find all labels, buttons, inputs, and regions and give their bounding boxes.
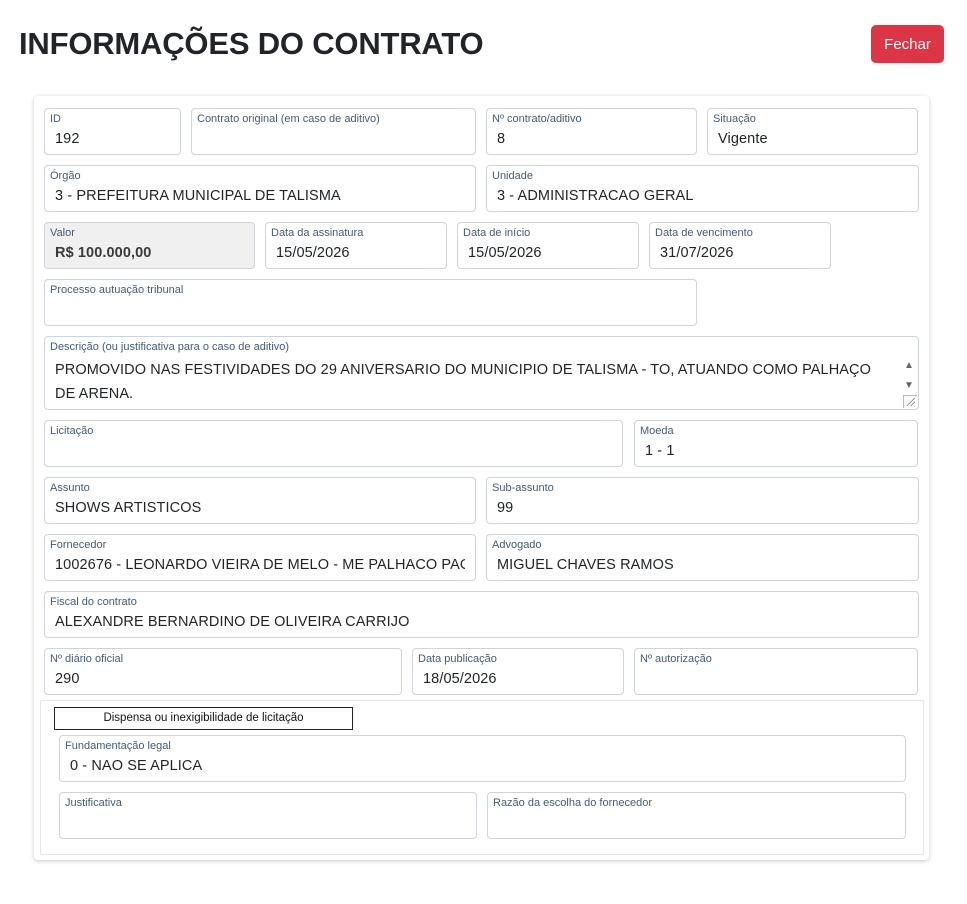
data-inicio-value: 15/05/2026 <box>468 245 542 261</box>
fiscal-label: Fiscal do contrato <box>50 596 137 608</box>
close-button[interactable]: Fechar <box>871 25 944 63</box>
data-vencimento-value: 31/07/2026 <box>660 245 734 261</box>
justificativa-label: Justificativa <box>65 797 122 809</box>
orgao-label: Órgão <box>50 170 81 182</box>
valor-field: Valor R$ 100.000,00 <box>44 222 255 269</box>
fiscal-value: ALEXANDRE BERNARDINO DE OLIVEIRA CARRIJO <box>55 614 410 630</box>
autorizacao-field[interactable]: Nº autorização <box>634 648 918 695</box>
data-publicacao-value: 18/05/2026 <box>423 671 497 687</box>
id-label: ID <box>50 113 61 125</box>
fundamentacao-label: Fundamentação legal <box>65 740 171 752</box>
processo-field[interactable]: Processo autuação tribunal <box>44 279 697 326</box>
sub-assunto-label: Sub-assunto <box>492 482 554 494</box>
diario-oficial-field[interactable]: Nº diário oficial 290 <box>44 648 402 695</box>
fornecedor-field[interactable]: Fornecedor 1002676 - LEONARDO VIEIRA DE … <box>44 534 476 581</box>
valor-value: R$ 100.000,00 <box>55 245 152 261</box>
scroll-down-icon[interactable]: ▼ <box>903 381 915 391</box>
fornecedor-value: 1002676 - LEONARDO VIEIRA DE MELO - ME P… <box>55 557 465 573</box>
diario-oficial-label: Nº diário oficial <box>50 653 124 665</box>
moeda-value: 1 - 1 <box>645 443 675 459</box>
numero-contrato-value: 8 <box>497 131 506 147</box>
fiscal-field[interactable]: Fiscal do contrato ALEXANDRE BERNARDINO … <box>44 591 919 638</box>
razao-escolha-label: Razão da escolha do fornecedor <box>493 797 652 809</box>
moeda-label: Moeda <box>640 425 674 437</box>
unidade-field[interactable]: Unidade 3 - ADMINISTRACAO GERAL <box>486 165 919 212</box>
dispensa-legend: Dispensa ou inexigibilidade de licitação <box>54 707 353 730</box>
resize-handle-icon[interactable] <box>903 395 917 408</box>
assunto-label: Assunto <box>50 482 90 494</box>
data-vencimento-field[interactable]: Data de vencimento 31/07/2026 <box>649 222 831 269</box>
unidade-value: 3 - ADMINISTRACAO GERAL <box>497 188 694 204</box>
data-publicacao-field[interactable]: Data publicação 18/05/2026 <box>412 648 624 695</box>
data-inicio-field[interactable]: Data de início 15/05/2026 <box>457 222 639 269</box>
licitacao-label: Licitação <box>50 425 94 437</box>
advogado-field[interactable]: Advogado MIGUEL CHAVES RAMOS <box>486 534 919 581</box>
fundamentacao-field[interactable]: Fundamentação legal 0 - NAO SE APLICA <box>59 735 906 782</box>
contract-card: ID 192 Contrato original (em caso de adi… <box>34 96 929 860</box>
unidade-label: Unidade <box>492 170 533 182</box>
situacao-value: Vigente <box>718 131 768 147</box>
assunto-field[interactable]: Assunto SHOWS ARTISTICOS <box>44 477 476 524</box>
data-publicacao-label: Data publicação <box>418 653 497 665</box>
id-field[interactable]: ID 192 <box>44 108 181 155</box>
fundamentacao-value: 0 - NAO SE APLICA <box>70 758 203 774</box>
processo-label: Processo autuação tribunal <box>50 284 184 296</box>
scroll-up-icon[interactable]: ▲ <box>903 361 915 371</box>
data-assinatura-label: Data da assinatura <box>271 227 364 239</box>
data-inicio-label: Data de início <box>463 227 531 239</box>
fornecedor-label: Fornecedor <box>50 539 107 551</box>
orgao-field[interactable]: Órgão 3 - PREFEITURA MUNICIPAL DE TALISM… <box>44 165 476 212</box>
page-title: INFORMAÇÕES DO CONTRATO <box>19 26 484 61</box>
data-assinatura-value: 15/05/2026 <box>276 245 350 261</box>
razao-escolha-field[interactable]: Razão da escolha do fornecedor <box>487 792 906 839</box>
sub-assunto-field[interactable]: Sub-assunto 99 <box>486 477 919 524</box>
data-assinatura-field[interactable]: Data da assinatura 15/05/2026 <box>265 222 447 269</box>
descricao-textarea[interactable]: Descrição (ou justificativa para o caso … <box>44 336 919 410</box>
id-value: 192 <box>55 131 80 147</box>
numero-contrato-label: Nº contrato/aditivo <box>492 113 582 125</box>
descricao-label: Descrição (ou justificativa para o caso … <box>50 341 290 353</box>
contrato-original-field[interactable]: Contrato original (em caso de aditivo) <box>191 108 476 155</box>
advogado-value: MIGUEL CHAVES RAMOS <box>497 557 674 573</box>
data-vencimento-label: Data de vencimento <box>655 227 753 239</box>
justificativa-field[interactable]: Justificativa <box>59 792 477 839</box>
autorizacao-label: Nº autorização <box>640 653 712 665</box>
diario-oficial-value: 290 <box>55 671 80 687</box>
situacao-label: Situação <box>713 113 756 125</box>
sub-assunto-value: 99 <box>497 500 514 516</box>
orgao-value: 3 - PREFEITURA MUNICIPAL DE TALISMA <box>55 188 341 204</box>
assunto-value: SHOWS ARTISTICOS <box>55 500 202 516</box>
descricao-value: PROMOVIDO NAS FESTIVIDADES DO 29 ANIVERS… <box>55 362 872 402</box>
numero-contrato-field[interactable]: Nº contrato/aditivo 8 <box>486 108 697 155</box>
contrato-original-label: Contrato original (em caso de aditivo) <box>197 113 380 125</box>
advogado-label: Advogado <box>492 539 542 551</box>
situacao-field[interactable]: Situação Vigente <box>707 108 918 155</box>
valor-label: Valor <box>50 227 75 239</box>
licitacao-field[interactable]: Licitação <box>44 420 623 467</box>
moeda-field[interactable]: Moeda 1 - 1 <box>634 420 918 467</box>
